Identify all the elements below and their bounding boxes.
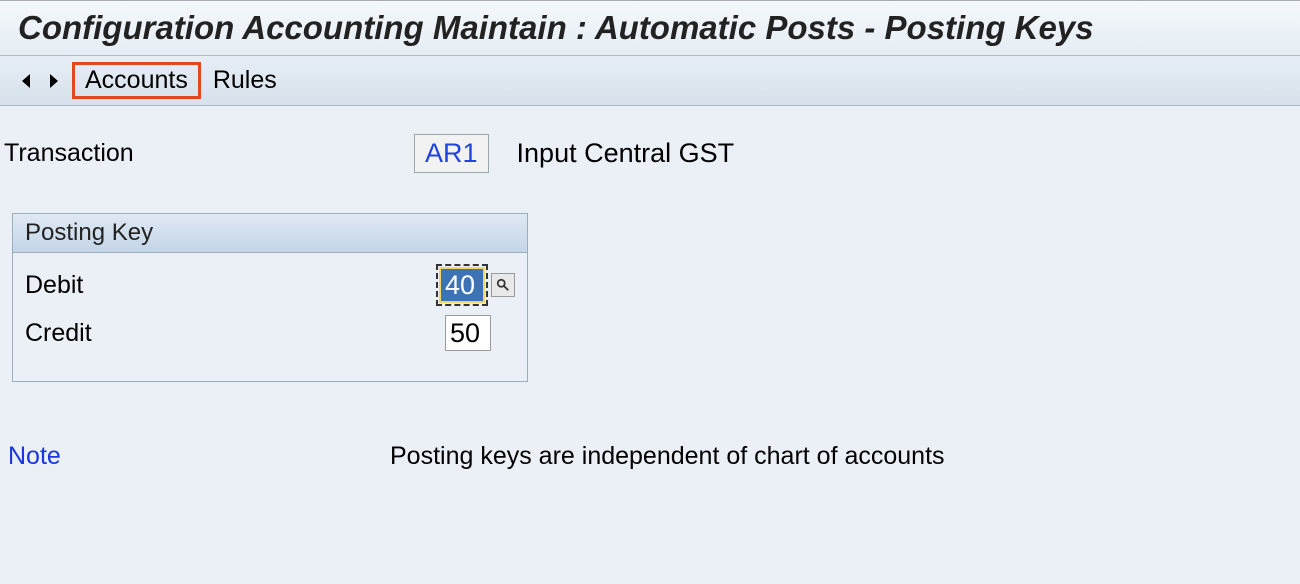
- transaction-row: Transaction AR1 Input Central GST: [4, 134, 1296, 173]
- credit-row: Credit: [25, 309, 515, 357]
- debit-input-wrap: [436, 264, 515, 306]
- content-area: Transaction AR1 Input Central GST Postin…: [0, 106, 1300, 481]
- accounts-button[interactable]: Accounts: [72, 62, 201, 99]
- nav-back-icon[interactable]: [14, 65, 40, 97]
- credit-input-wrap: [445, 315, 491, 351]
- note-text: Posting keys are independent of chart of…: [390, 442, 945, 471]
- search-help-icon[interactable]: [491, 273, 515, 297]
- transaction-label: Transaction: [4, 139, 414, 168]
- transaction-code: AR1: [414, 134, 489, 173]
- note-row: Note Posting keys are independent of cha…: [4, 442, 1296, 471]
- note-label: Note: [8, 442, 390, 471]
- debit-input[interactable]: [439, 267, 485, 303]
- debit-row: Debit: [25, 261, 515, 309]
- toolbar: Accounts Rules: [0, 56, 1300, 106]
- transaction-description: Input Central GST: [517, 138, 735, 169]
- nav-forward-icon[interactable]: [40, 65, 66, 97]
- page-header: Configuration Accounting Maintain : Auto…: [0, 0, 1300, 56]
- rules-button[interactable]: Rules: [201, 63, 289, 98]
- credit-label: Credit: [25, 319, 445, 348]
- posting-key-panel: Posting Key Debit Credit: [12, 213, 528, 382]
- debit-label: Debit: [25, 271, 436, 300]
- page-title: Configuration Accounting Maintain : Auto…: [18, 9, 1282, 47]
- posting-key-header: Posting Key: [13, 214, 527, 253]
- posting-key-body: Debit Credit: [13, 253, 527, 381]
- credit-input[interactable]: [445, 315, 491, 351]
- debit-focus-indicator: [436, 264, 488, 306]
